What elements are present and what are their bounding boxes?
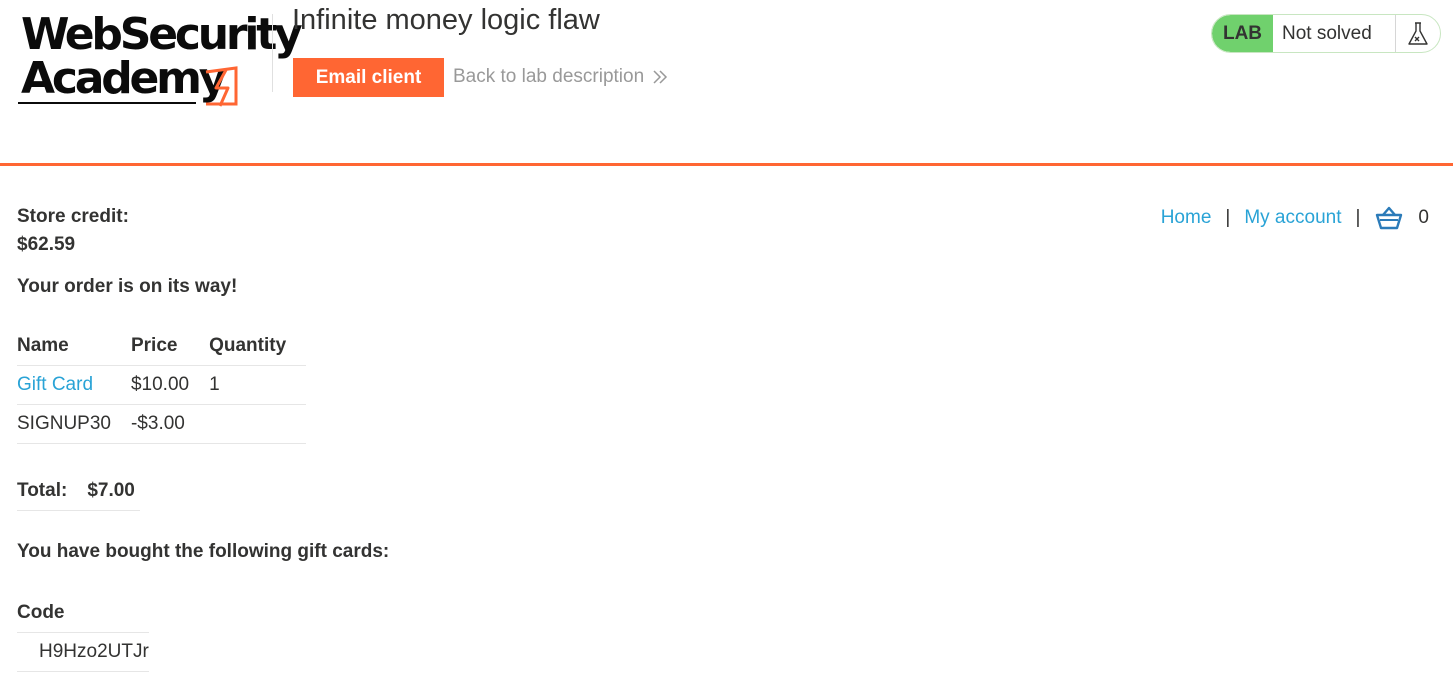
table-row: H9Hzo2UTJr	[17, 632, 149, 672]
table-row: SIGNUP30 -$3.00	[17, 404, 307, 444]
email-client-button[interactable]: Email client	[293, 58, 444, 97]
order-total-label: Total:	[17, 480, 68, 501]
nav-separator: |	[1225, 207, 1231, 228]
lightning-bolt-icon	[205, 66, 238, 107]
lab-status-widget: LAB Not solved	[1211, 14, 1441, 53]
flask-icon	[1408, 21, 1428, 45]
table-row: Gift Card $10.00 1	[17, 365, 307, 405]
order-total-value: $7.00	[87, 480, 135, 501]
web-security-academy-logo[interactable]: WebSecurity Academy	[18, 12, 303, 107]
order-item-quantity: 1	[209, 365, 307, 405]
order-table: Name Price Quantity Gift Card $10.00 1 S…	[17, 327, 307, 444]
lab-status-text: Not solved	[1282, 22, 1372, 44]
store-credit-value: $62.59	[17, 234, 76, 255]
logo-underline	[18, 102, 196, 104]
column-header-price: Price	[130, 327, 210, 366]
column-header-quantity: Quantity	[209, 327, 307, 366]
lab-title: Infinite money logic flaw	[292, 4, 600, 36]
back-to-lab-description-link[interactable]: Back to lab description	[453, 66, 668, 88]
header-divider	[272, 14, 273, 92]
order-item-name: Gift Card	[17, 365, 131, 405]
gift-cards-message: You have bought the following gift cards…	[17, 541, 390, 562]
double-chevron-right-icon	[653, 70, 668, 84]
column-header-code: Code	[17, 594, 149, 633]
cart-icon[interactable]	[1374, 206, 1404, 230]
gift-card-product-link[interactable]: Gift Card	[17, 374, 93, 395]
cart-count: 0	[1418, 207, 1429, 228]
lab-flask-button[interactable]	[1395, 15, 1440, 52]
coupon-quantity	[209, 404, 307, 444]
codes-table-header: Code	[17, 594, 149, 633]
gift-card-codes-table: Code H9Hzo2UTJr	[17, 594, 149, 672]
coupon-code: SIGNUP30	[17, 404, 131, 444]
nav-separator: |	[1355, 207, 1361, 228]
top-navigation: Home | My account | 0	[1161, 205, 1429, 231]
order-total: Total: $7.00	[17, 472, 140, 511]
column-header-name: Name	[17, 327, 131, 366]
lab-header: WebSecurity Academy Infinite money logic…	[0, 0, 1453, 167]
logo-text-line2: Academy	[21, 53, 228, 104]
order-confirmation-message: Your order is on its way!	[17, 276, 238, 297]
back-link-label: Back to lab description	[453, 66, 645, 87]
logo-text-line1: WebSecurity	[21, 9, 303, 60]
nav-my-account-link[interactable]: My account	[1244, 207, 1341, 229]
lab-badge: LAB	[1212, 15, 1273, 52]
gift-card-code: H9Hzo2UTJr	[17, 632, 149, 672]
coupon-discount: -$3.00	[130, 404, 210, 444]
nav-home-link[interactable]: Home	[1161, 207, 1212, 229]
order-item-price: $10.00	[130, 365, 210, 405]
store-credit-label: Store credit:	[17, 206, 129, 227]
header-orange-rule	[0, 163, 1453, 166]
order-table-header: Name Price Quantity	[17, 327, 307, 366]
